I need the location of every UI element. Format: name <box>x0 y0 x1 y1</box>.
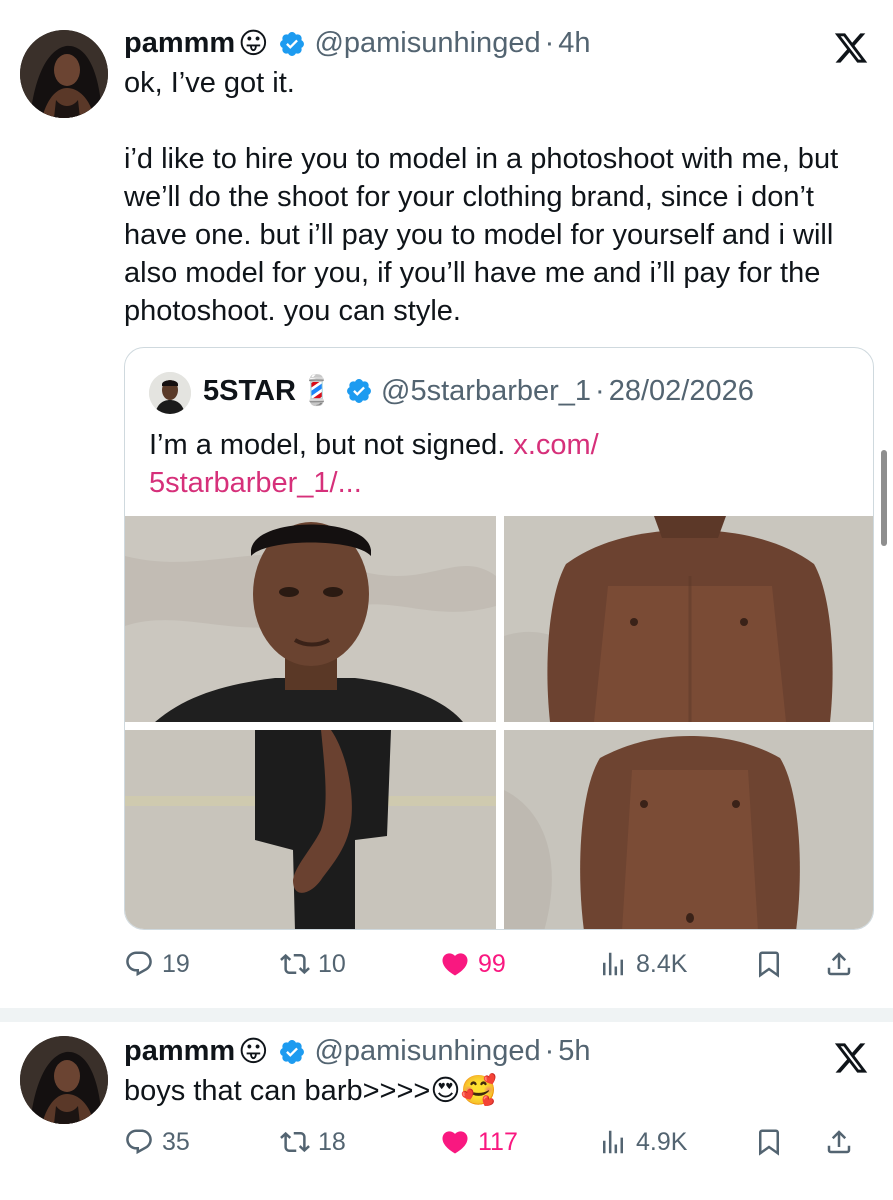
separator-dot: · <box>595 374 605 407</box>
like-count: 99 <box>478 949 506 978</box>
scrollbar[interactable] <box>881 450 887 546</box>
bookmark-button[interactable] <box>754 1122 784 1162</box>
views-icon <box>603 1130 623 1154</box>
tweet[interactable]: pammm 😛 @pamisunhinged · 4h ok, I’ve got… <box>0 0 893 1008</box>
repost-button[interactable]: 18 <box>280 1122 346 1162</box>
views-count: 8.4K <box>636 949 688 978</box>
repost-count: 18 <box>318 1127 346 1156</box>
heart-icon <box>442 1131 468 1154</box>
quoted-text-body: I’m a model, but not signed. <box>149 429 506 461</box>
bookmark-icon <box>759 1129 779 1156</box>
tweet-time[interactable]: 5h <box>558 1035 590 1068</box>
reply-button[interactable]: 35 <box>124 1122 190 1162</box>
like-button[interactable]: 99 <box>440 944 506 984</box>
share-icon <box>827 1130 851 1154</box>
quoted-author-handle[interactable]: @5starbarber_1 <box>381 375 591 408</box>
quoted-header: 5STAR 💈 @5starbarber_1 · 28/02/2026 <box>203 374 754 408</box>
verified-badge-icon <box>278 30 306 58</box>
quoted-avatar[interactable] <box>149 372 191 414</box>
like-button[interactable]: 117 <box>440 1122 518 1162</box>
separator-dot: · <box>544 1035 555 1067</box>
media-photo[interactable] <box>504 516 873 722</box>
media-grid <box>125 516 873 929</box>
author-name[interactable]: pammm <box>124 27 235 60</box>
author-name[interactable]: pammm <box>124 1035 235 1068</box>
share-icon <box>827 952 851 976</box>
repost-icon <box>280 953 310 975</box>
reply-button[interactable]: 19 <box>124 944 190 984</box>
author-name-emoji: 😛 <box>238 28 269 60</box>
tweet-actions: 19 10 99 8.4K <box>124 944 864 984</box>
avatar[interactable] <box>20 1036 108 1124</box>
x-logo-icon <box>833 1040 869 1076</box>
quoted-author-name-emoji: 💈 <box>298 375 336 407</box>
quoted-text: I’m a model, but not signed. x.com/ 5sta… <box>149 426 849 502</box>
like-count: 117 <box>478 1127 518 1156</box>
media-photo[interactable] <box>125 730 496 929</box>
avatar[interactable] <box>20 30 108 118</box>
separator-dot: · <box>544 27 555 59</box>
verified-badge-icon <box>345 377 373 405</box>
bookmark-icon <box>759 951 779 978</box>
reply-icon <box>126 951 152 977</box>
verified-badge-icon <box>278 1038 306 1066</box>
author-handle[interactable]: @pamisunhinged <box>314 1035 540 1068</box>
tweet-time[interactable]: 4h <box>558 27 590 60</box>
repost-icon <box>280 1131 310 1153</box>
tweet-header: pammm 😛 @pamisunhinged · 4h <box>124 26 591 61</box>
tweet-text: ok, I’ve got it. i’d like to hire you to… <box>124 67 839 327</box>
share-button[interactable] <box>824 944 854 984</box>
reply-count: 19 <box>162 949 190 978</box>
media-photo[interactable] <box>125 516 496 722</box>
views-icon <box>603 952 623 976</box>
media-photo[interactable] <box>504 730 873 929</box>
author-name-emoji: 😛 <box>238 1036 269 1068</box>
bookmark-button[interactable] <box>754 944 784 984</box>
views-button[interactable]: 4.9K <box>598 1122 687 1162</box>
share-button[interactable] <box>824 1122 854 1162</box>
tweet-header: pammm 😛 @pamisunhinged · 5h <box>124 1034 591 1069</box>
heart-icon <box>442 953 468 976</box>
tweet[interactable]: pammm 😛 @pamisunhinged · 5h boys that ca… <box>0 1022 893 1200</box>
author-handle[interactable]: @pamisunhinged <box>314 27 540 60</box>
quoted-date[interactable]: 28/02/2026 <box>609 375 754 408</box>
tweet-text: boys that can barb>>>>😍🥰 <box>124 1075 497 1107</box>
reply-count: 35 <box>162 1127 190 1156</box>
quoted-author-name[interactable]: 5STAR <box>203 375 296 408</box>
tweet-actions: 35 18 117 4.9K <box>124 1122 864 1162</box>
views-button[interactable]: 8.4K <box>598 944 687 984</box>
repost-count: 10 <box>318 949 346 978</box>
tweet-divider <box>0 1008 893 1022</box>
views-count: 4.9K <box>636 1127 688 1156</box>
repost-button[interactable]: 10 <box>280 944 346 984</box>
reply-icon <box>126 1129 152 1155</box>
quoted-tweet[interactable]: 5STAR 💈 @5starbarber_1 · 28/02/2026 I’m … <box>124 347 874 930</box>
x-logo-icon <box>833 30 869 66</box>
